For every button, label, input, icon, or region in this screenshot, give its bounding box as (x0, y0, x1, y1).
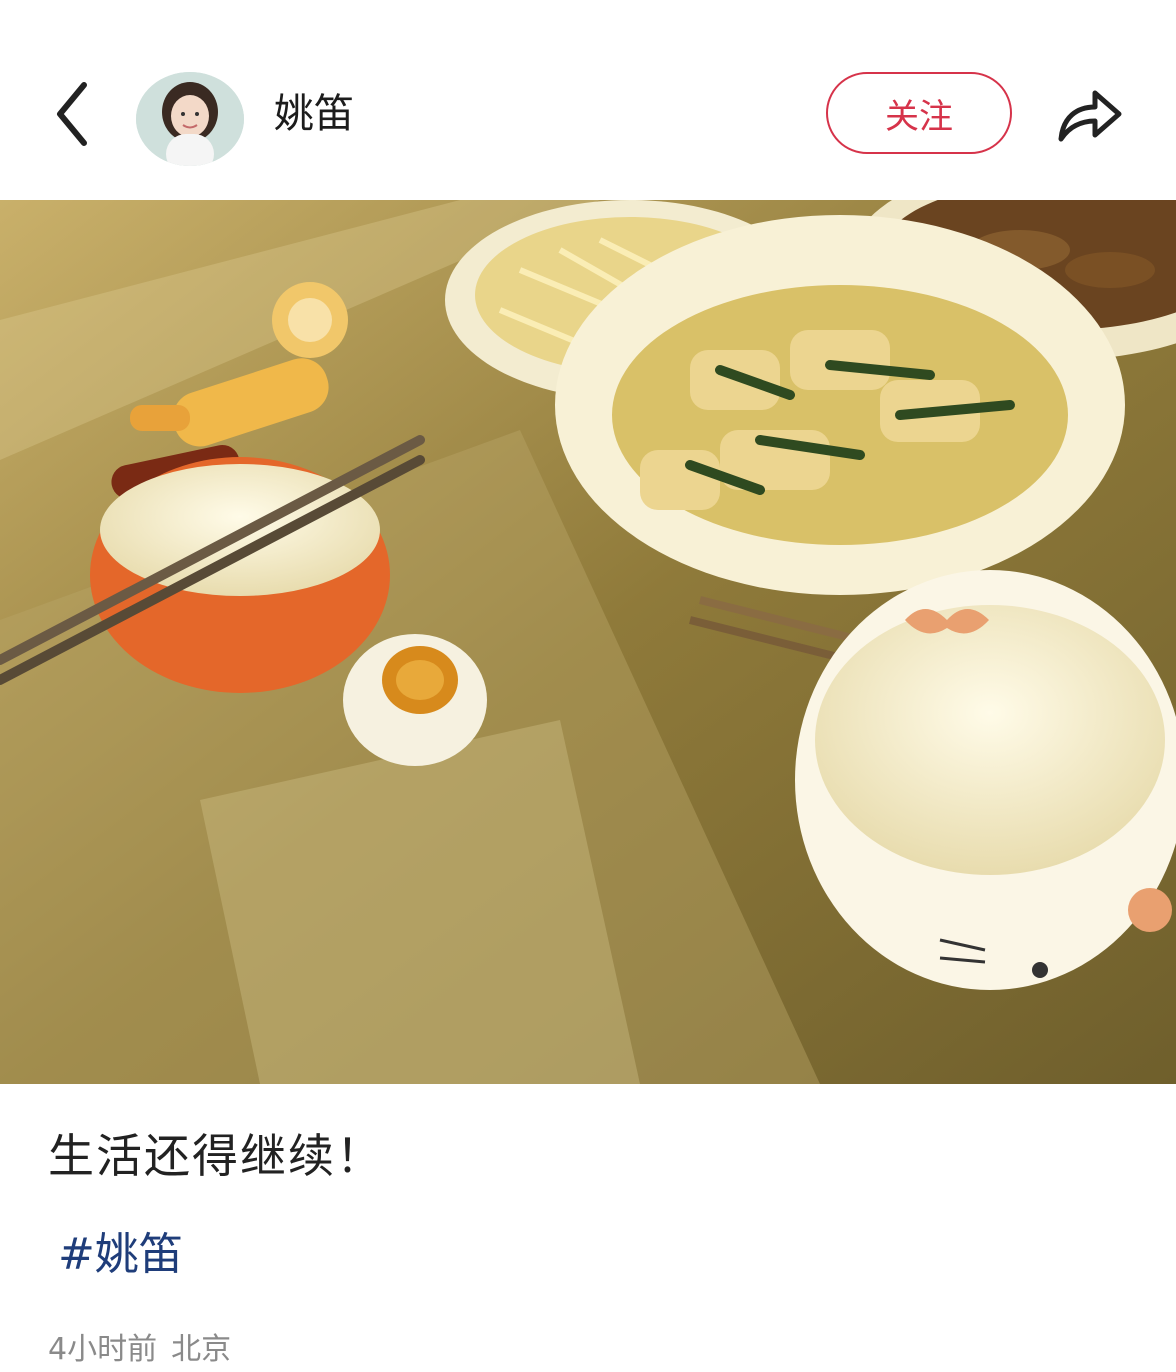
follow-button[interactable]: 关注 (826, 72, 1012, 154)
avatar[interactable] (136, 72, 244, 166)
avatar-image (136, 72, 244, 166)
meal-photo-image (0, 200, 1176, 1084)
post-meta: 4小时前 北京 (48, 1328, 245, 1372)
post-header: 姚笛 关注 (0, 0, 1176, 200)
post-location: 北京 (171, 1332, 232, 1367)
chevron-left-icon (57, 82, 87, 146)
post-photo[interactable] (0, 200, 1176, 1084)
post-caption: 生活还得继续！ (48, 1129, 384, 1183)
share-arrow-icon (1058, 90, 1122, 142)
username[interactable]: 姚笛 (274, 86, 354, 142)
post-time: 4小时前 (48, 1332, 158, 1367)
share-button[interactable] (1050, 72, 1130, 156)
back-button[interactable] (40, 72, 104, 156)
hashtag-link[interactable]: #姚笛 (58, 1224, 183, 1286)
